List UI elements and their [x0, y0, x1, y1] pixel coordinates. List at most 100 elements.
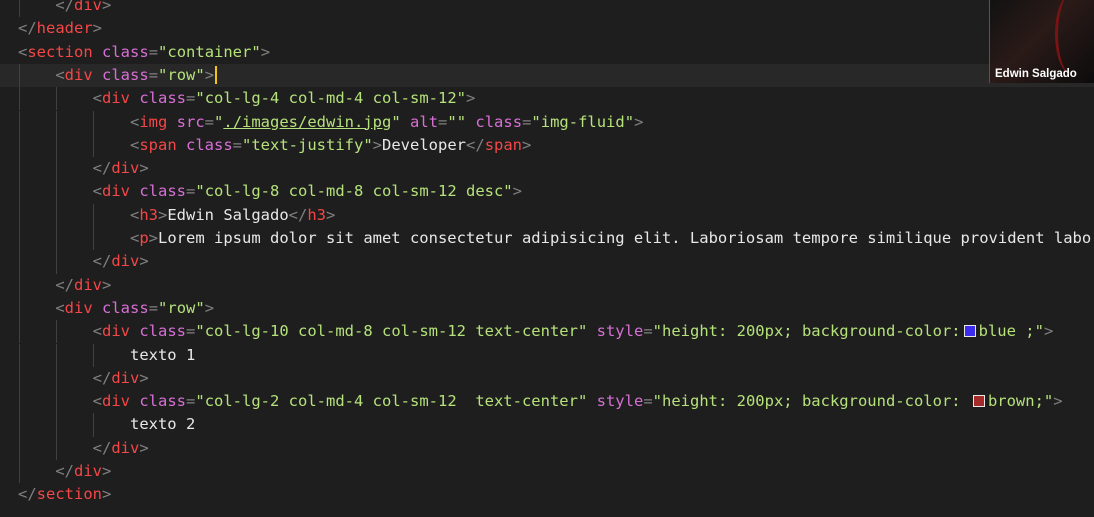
code-line[interactable]: </section> — [0, 483, 1094, 506]
code-text: <img src="./images/edwin.jpg" alt="" cla… — [18, 111, 643, 134]
code-token: > — [326, 205, 336, 224]
code-token: class — [186, 135, 233, 154]
code-token: > — [139, 438, 149, 457]
code-line[interactable]: <img src="./images/edwin.jpg" alt="" cla… — [0, 110, 1094, 134]
code-text: </div> — [18, 250, 149, 273]
code-token: = — [438, 112, 448, 131]
code-token: "img-fluid" — [531, 112, 635, 131]
code-editor[interactable]: </div> </header> <section class="container… — [0, 0, 1094, 517]
code-token: > — [102, 0, 112, 14]
code-line[interactable]: <div class="col-lg-10 col-md-8 col-sm-12… — [0, 320, 1094, 344]
code-token: "text-justify" — [242, 135, 373, 154]
code-token: = — [186, 182, 196, 201]
code-line[interactable]: <p>Lorem ipsum dolor sit amet consectetu… — [0, 227, 1094, 251]
code-token: class — [102, 298, 149, 317]
code-token: class — [102, 65, 149, 84]
code-token: div — [102, 392, 130, 411]
code-token: = — [186, 392, 196, 411]
color-swatch[interactable] — [963, 325, 976, 338]
code-token: > — [148, 229, 159, 247]
code-token: < — [18, 298, 65, 317]
code-token: brown;" — [987, 392, 1054, 411]
code-token: = — [643, 322, 653, 341]
code-line[interactable]: <section class="container"> — [0, 41, 1094, 64]
code-token: < — [18, 322, 102, 341]
code-token: </ — [18, 438, 112, 457]
code-token: > — [634, 112, 644, 131]
code-token: span — [139, 135, 177, 154]
participant-name: Edwin Salgado — [995, 68, 1077, 80]
code-token: > — [139, 159, 149, 178]
code-token: > — [465, 89, 476, 108]
code-token: </ — [18, 275, 74, 294]
code-token: h3 — [307, 205, 327, 224]
code-token: = — [204, 112, 215, 131]
code-line[interactable]: <div class="row"> — [0, 63, 1094, 88]
code-token: div — [102, 89, 130, 108]
code-line[interactable]: <div class="row"> — [0, 296, 1094, 321]
code-text: <div class="col-lg-10 col-md-8 col-sm-12… — [18, 320, 1054, 343]
code-line[interactable]: <div class="col-lg-4 col-md-4 col-sm-12"… — [0, 87, 1094, 111]
code-token: div — [111, 159, 140, 178]
code-line[interactable]: </header> — [0, 17, 1094, 40]
code-token: < — [18, 229, 140, 247]
code-token: p — [139, 229, 149, 247]
code-token: </ — [288, 205, 308, 224]
code-token: ./images/edwin.jpg — [223, 112, 392, 131]
code-token: </ — [18, 485, 37, 504]
code-token: class — [139, 182, 187, 201]
code-token: " — [214, 112, 224, 131]
code-token: = — [186, 89, 196, 108]
code-token: > — [372, 135, 383, 154]
code-token: </ — [18, 368, 112, 387]
code-line[interactable]: <div class="col-lg-8 col-md-8 col-sm-12 … — [0, 180, 1094, 204]
code-token: "" — [447, 112, 467, 131]
code-token: style — [596, 322, 644, 341]
code-token: blue ;" — [978, 322, 1044, 341]
code-line[interactable]: texto 2 — [0, 413, 1094, 437]
code-token: < — [18, 89, 102, 108]
code-token: = — [148, 298, 159, 317]
code-token: div — [111, 368, 140, 387]
video-call-tile[interactable]: Edwin Salgado — [989, 0, 1094, 83]
code-line[interactable]: texto 1 — [0, 343, 1094, 367]
code-text: </div> — [18, 460, 111, 483]
code-line[interactable]: </div> — [0, 366, 1094, 391]
code-line[interactable]: </div> — [0, 157, 1094, 181]
code-token: "row" — [158, 298, 205, 317]
code-token: </ — [18, 159, 112, 178]
code-token: Lorem ipsum dolor sit amet consectetur a… — [158, 229, 1092, 247]
code-token: "col-lg-8 col-md-8 col-sm-12 desc" — [195, 182, 513, 201]
code-token: > — [102, 275, 112, 294]
code-line[interactable]: <h3>Edwin Salgado</h3> — [0, 203, 1094, 227]
code-token: div — [74, 275, 102, 294]
code-text: <section class="container"> — [18, 41, 270, 64]
code-token: < — [18, 182, 102, 201]
code-token: "row" — [158, 65, 205, 84]
code-line[interactable]: </div> — [0, 0, 1094, 18]
code-text: </div> — [18, 274, 111, 297]
code-token: > — [512, 182, 522, 201]
code-token: class — [102, 42, 149, 61]
code-line[interactable]: <span class="text-justify">Developer</sp… — [0, 133, 1094, 158]
code-line[interactable]: </div> — [0, 250, 1094, 274]
code-token: "col-lg-2 col-md-4 col-sm-12 text-center… — [195, 392, 588, 411]
code-token: "height: 200px; background-color: — [652, 322, 961, 341]
code-token: = — [643, 392, 653, 411]
code-token: = — [522, 112, 532, 131]
color-swatch[interactable] — [972, 395, 985, 408]
code-text: <div class="col-lg-4 col-md-4 col-sm-12"… — [18, 87, 476, 110]
video-feed — [1055, 0, 1088, 74]
code-token: </ — [18, 19, 37, 38]
code-line[interactable]: </div> — [0, 436, 1094, 460]
code-line[interactable]: </div> — [0, 460, 1094, 484]
code-line[interactable]: </div> — [0, 273, 1094, 297]
code-token: </ — [18, 252, 112, 271]
code-line[interactable]: <div class="col-lg-2 col-md-4 col-sm-12 … — [0, 390, 1094, 414]
